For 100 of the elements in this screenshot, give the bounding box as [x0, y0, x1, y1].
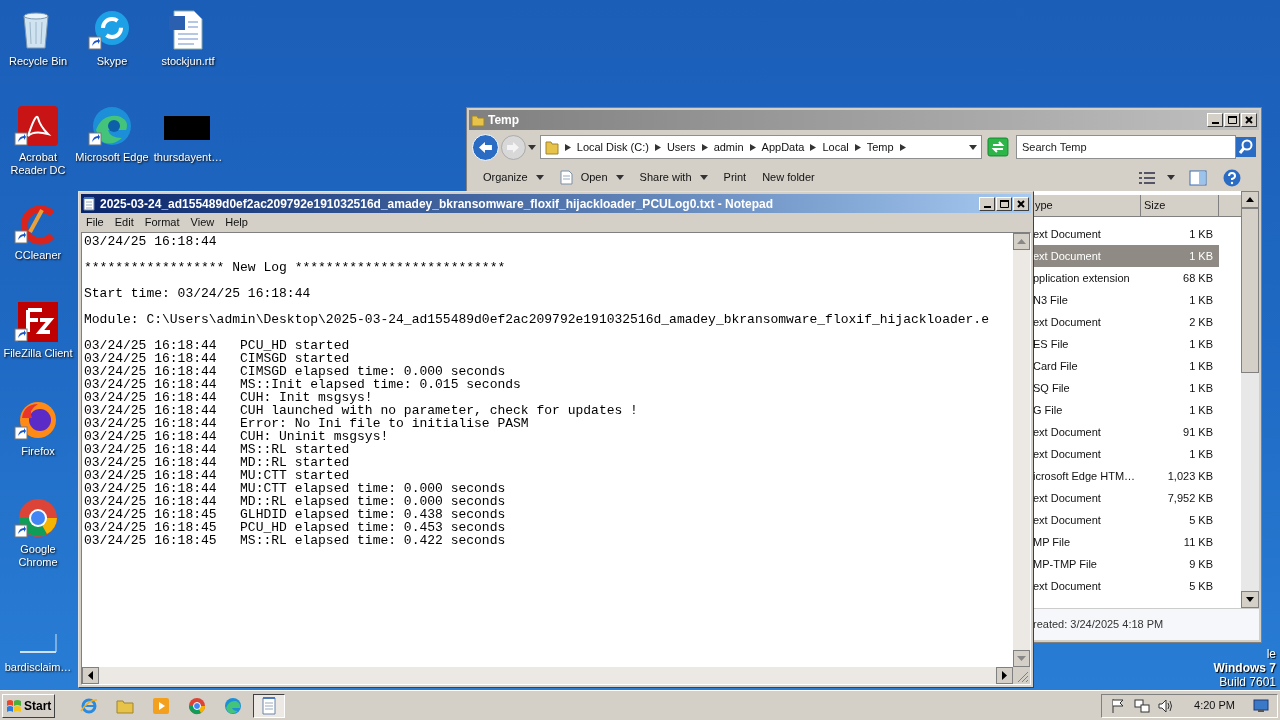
icon-label[interactable]: stockjun.rtf [161, 55, 215, 68]
file-row[interactable]: pplication extension 68 KB [1033, 267, 1219, 289]
clock-text[interactable]: 4:20 PM [1194, 697, 1235, 714]
help-icon[interactable] [1223, 168, 1241, 187]
file-row[interactable]: MP-TMP File 9 KB [1033, 553, 1219, 575]
file-row[interactable]: ext Document 1 KB [1033, 443, 1219, 465]
minimize-button[interactable] [979, 196, 995, 211]
icon-label[interactable]: Microsoft Edge [75, 151, 149, 164]
menu-item[interactable]: Format [139, 214, 185, 231]
refresh-button[interactable] [987, 136, 1009, 158]
icon-label[interactable]: Skype [96, 55, 128, 68]
network-icon[interactable] [1134, 697, 1151, 714]
address-bar[interactable]: Local Disk (C:) Users admin AppData Local Temp [539, 135, 983, 159]
file-size-text: 2 KB [1188, 314, 1214, 330]
column-header[interactable]: ype [1033, 195, 1141, 217]
icon-label[interactable]: Firefox [21, 445, 55, 458]
breadcrumb-item[interactable]: Users [666, 138, 696, 156]
chevron-icon [564, 143, 571, 151]
caret-icon [969, 144, 978, 150]
text-line: 03/24/25 16:18:44 MD::RL elapsed time: 0.000 seconds [84, 495, 507, 508]
file-type-text: ext Document [1033, 226, 1102, 242]
list-view-icon[interactable] [1139, 170, 1155, 185]
text-line: 03/24/25 16:18:44 MD::RL started [84, 456, 351, 469]
toolbar-button[interactable]: New folder [756, 166, 821, 189]
menu-item[interactable]: Help [220, 214, 253, 231]
file-row[interactable]: ES File 1 KB [1033, 333, 1219, 355]
close-button[interactable] [1013, 196, 1029, 211]
breadcrumb-item[interactable]: Local [822, 138, 849, 156]
text-line: 03/24/25 16:18:44 MU:CTT elapsed time: 0.000 seconds [84, 482, 507, 495]
maximize-button[interactable] [1224, 113, 1240, 127]
column-header[interactable]: Size [1141, 195, 1219, 217]
file-type-text: icrosoft Edge HTM… [1033, 468, 1137, 484]
speaker-icon[interactable] [1158, 697, 1175, 714]
breadcrumb-item[interactable]: AppData [761, 138, 805, 156]
close-icon [1245, 116, 1253, 124]
caret-icon [527, 144, 536, 150]
close-button[interactable] [1241, 113, 1257, 127]
file-row[interactable]: icrosoft Edge HTM… 1,023 KB [1033, 465, 1219, 487]
file-row[interactable]: SQ File 1 KB [1033, 377, 1219, 399]
menu-item[interactable]: File [81, 214, 109, 231]
text-line: 03/24/25 16:18:44 CUH launched with no parameter, check for updates ! [84, 404, 639, 417]
file-row[interactable]: ext Document 91 KB [1033, 421, 1219, 443]
scrollbar[interactable] [82, 667, 1013, 684]
breadcrumb-item[interactable]: admin [713, 138, 744, 156]
file-row[interactable]: N3 File 1 KB [1033, 289, 1219, 311]
notepad-icon [83, 196, 97, 211]
windows-logo-icon [6, 697, 22, 714]
breadcrumb-item[interactable]: Local Disk (C:) [576, 138, 649, 156]
file-row[interactable]: G File 1 KB [1033, 399, 1219, 421]
toolbar-button[interactable]: Print [717, 166, 753, 189]
file-row[interactable]: Card File 1 KB [1033, 355, 1219, 377]
scroll-left-icon[interactable] [82, 667, 99, 684]
chevron-icon [749, 143, 756, 151]
text-line: 03/24/25 16:18:45 GLHDID elapsed time: 0.438 seconds [84, 508, 507, 521]
scroll-up-icon[interactable] [1241, 191, 1259, 208]
icon-label[interactable]: Google Chrome [0, 543, 76, 569]
icon-label[interactable]: bardisclaim… [4, 661, 72, 674]
icon-label[interactable]: Acrobat Reader DC [0, 151, 76, 177]
file-row[interactable]: ext Document 1 KB [1033, 223, 1219, 245]
minimize-button[interactable] [1207, 113, 1223, 127]
toolbar-button[interactable]: Open [553, 166, 630, 189]
file-row[interactable]: ext Document 5 KB [1033, 509, 1219, 531]
file-row[interactable]: MP File 11 KB [1033, 531, 1219, 553]
scroll-down-icon[interactable] [1241, 591, 1259, 608]
os-name-text: Windows 7 [1213, 661, 1276, 675]
breadcrumb-item[interactable]: Temp [866, 138, 894, 156]
icon-label[interactable]: thursdayent… [153, 151, 223, 164]
chrome-icon [188, 696, 207, 715]
icon-label[interactable]: Recycle Bin [8, 55, 68, 68]
search-icon[interactable] [1236, 137, 1256, 157]
scroll-right-icon[interactable] [996, 667, 1013, 684]
start-button[interactable]: Start [2, 693, 56, 718]
menu-item[interactable]: Edit [109, 214, 139, 231]
taskbar-button[interactable] [253, 693, 286, 718]
maximize-button[interactable] [996, 196, 1012, 211]
text-line: Start time: 03/24/25 16:18:44 [84, 287, 312, 300]
window-title: 2025-03-24_ad155489d0ef2ac209792e191032516d_amadey_bkransomware_floxif_hijackloader_PCULog0.txt - Notepad [100, 195, 774, 213]
toolbar-button[interactable]: Organize [477, 166, 550, 189]
os-edition-text: le [1266, 647, 1276, 661]
search-field[interactable]: Search Temp [1016, 135, 1236, 159]
caret-icon [1167, 175, 1175, 180]
notepad-icon [559, 170, 573, 185]
text-line: 03/24/25 16:18:45 PCU_HD elapsed time: 0.453 seconds [84, 521, 507, 534]
menu-item[interactable]: View [185, 214, 220, 231]
toolbar-button[interactable]: Share with [633, 166, 714, 189]
notepad-icon [260, 696, 279, 715]
caret-icon [535, 175, 544, 180]
file-type-text: ext Document [1033, 490, 1102, 506]
file-type-text: SQ File [1033, 380, 1071, 396]
file-row[interactable]: ext Document 7,952 KB [1033, 487, 1219, 509]
file-row[interactable]: ext Document 5 KB [1033, 575, 1219, 597]
back-button[interactable] [472, 133, 499, 161]
file-row[interactable]: ext Document 2 KB [1033, 311, 1219, 333]
icon-label[interactable]: FileZilla Client [3, 347, 73, 360]
scrollbar-thumb[interactable] [1241, 208, 1259, 373]
scrollbar[interactable] [1241, 191, 1259, 608]
preview-pane-icon[interactable] [1189, 169, 1207, 186]
show-desktop-icon[interactable] [1253, 698, 1269, 713]
icon-label[interactable]: CCleaner [14, 249, 62, 262]
resize-grip-icon[interactable] [1013, 667, 1030, 684]
